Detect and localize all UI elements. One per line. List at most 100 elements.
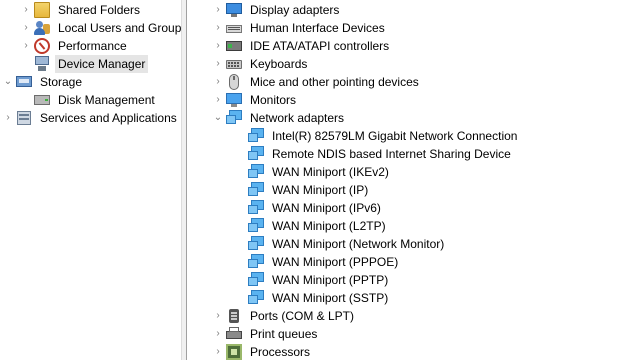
network-adapter-item[interactable]: WAN Miniport (PPPOE) [246,253,401,271]
chevron-right-icon[interactable]: › [212,1,224,19]
device-label: WAN Miniport (L2TP) [272,219,386,233]
category-display-adapters[interactable]: › Display adapters [212,1,342,19]
device-manager-icon [34,56,50,72]
category-ports[interactable]: › Ports (COM & LPT) [212,307,357,325]
category-monitors[interactable]: › Monitors [212,91,299,109]
tree-item-label: Local Users and Groups [58,21,181,35]
category-ide[interactable]: › IDE ATA/ATAPI controllers [212,37,392,55]
chevron-right-icon[interactable]: › [20,1,32,19]
chevron-down-icon[interactable]: ⌄ [212,109,224,127]
ide-controller-icon [226,38,242,54]
category-processors[interactable]: › Processors [212,343,313,360]
printer-icon [226,326,242,342]
chevron-right-icon[interactable]: › [212,19,224,37]
category-label: IDE ATA/ATAPI controllers [250,39,390,53]
chevron-right-icon[interactable]: › [20,37,32,55]
tree-item-shared-folders[interactable]: › Shared Folders [20,1,143,19]
processor-icon [226,344,242,360]
category-print-queues[interactable]: › Print queues [212,325,320,343]
chevron-down-icon[interactable]: ⌄ [2,73,14,91]
chevron-right-icon[interactable]: › [212,91,224,109]
tree-item-label: Shared Folders [58,3,141,17]
category-mice[interactable]: › Mice and other pointing devices [212,73,422,91]
device-label: WAN Miniport (IKEv2) [272,165,389,179]
category-network-adapters[interactable]: ⌄ Network adapters [212,109,347,127]
category-label: Print queues [250,327,318,341]
tree-item-performance[interactable]: › Performance [20,37,130,55]
category-label: Ports (COM & LPT) [250,309,355,323]
category-label: Display adapters [250,3,340,17]
category-label: Human Interface Devices [250,21,385,35]
tree-item-device-manager[interactable]: Device Manager [20,55,149,73]
network-adapter-item[interactable]: WAN Miniport (PPTP) [246,271,391,289]
network-adapter-item[interactable]: WAN Miniport (SSTP) [246,289,391,307]
chevron-right-icon[interactable]: › [212,325,224,343]
category-label: Mice and other pointing devices [250,75,419,89]
performance-icon [34,38,50,54]
network-adapter-icon [248,254,264,270]
keyboard-icon [226,56,242,72]
tree-item-local-users[interactable]: › Local Users and Groups [20,19,181,37]
network-adapter-icon [248,272,264,288]
network-adapter-item[interactable]: Remote NDIS based Internet Sharing Devic… [246,145,514,163]
category-hid[interactable]: › Human Interface Devices [212,19,388,37]
device-label: WAN Miniport (IPv6) [272,201,381,215]
device-label: Remote NDIS based Internet Sharing Devic… [272,147,511,161]
network-adapter-item[interactable]: WAN Miniport (Network Monitor) [246,235,447,253]
network-adapter-icon [248,236,264,252]
monitor-icon [226,92,242,108]
network-adapter-icon [248,200,264,216]
device-label: WAN Miniport (Network Monitor) [272,237,445,251]
network-adapter-item[interactable]: WAN Miniport (L2TP) [246,217,389,235]
tree-item-disk-management[interactable]: Disk Management [20,91,158,109]
device-label: Intel(R) 82579LM Gigabit Network Connect… [272,129,518,143]
network-adapter-icon [248,146,264,162]
device-label: WAN Miniport (PPTP) [272,273,389,287]
users-icon [34,20,50,36]
chevron-right-icon[interactable]: › [212,343,224,360]
category-keyboards[interactable]: › Keyboards [212,55,310,73]
tree-item-label: Device Manager [55,55,149,73]
disk-icon [34,92,50,108]
device-label: WAN Miniport (PPPOE) [272,255,399,269]
network-adapter-icon [248,182,264,198]
chevron-right-icon[interactable]: › [2,109,14,127]
mouse-icon [226,74,242,90]
chevron-right-icon[interactable]: › [212,55,224,73]
network-adapter-icon [226,110,242,126]
network-adapter-item[interactable]: WAN Miniport (IPv6) [246,199,384,217]
device-label: WAN Miniport (SSTP) [272,291,389,305]
device-label: WAN Miniport (IP) [272,183,369,197]
network-adapter-item[interactable]: Intel(R) 82579LM Gigabit Network Connect… [246,127,520,145]
chevron-right-icon[interactable]: › [20,19,32,37]
console-tree-pane: › Shared Folders › Local Users and Group… [0,0,181,360]
category-label: Processors [250,345,311,359]
storage-icon [16,74,32,90]
chevron-right-icon[interactable]: › [212,37,224,55]
network-adapter-icon [248,164,264,180]
network-adapter-item[interactable]: WAN Miniport (IP) [246,181,371,199]
device-tree-pane: › Display adapters › Human Interface Dev… [187,0,640,360]
ports-icon [226,308,242,324]
shared-folder-icon [34,2,50,18]
tree-item-label: Storage [40,75,83,89]
network-adapter-icon [248,218,264,234]
network-adapter-icon [248,290,264,306]
tree-item-storage[interactable]: ⌄ Storage [2,73,85,91]
tree-item-label: Disk Management [58,93,155,107]
chevron-right-icon[interactable]: › [212,307,224,325]
tree-item-services[interactable]: › Services and Applications [2,109,180,127]
tree-item-label: Performance [58,39,127,53]
network-adapter-item[interactable]: WAN Miniport (IKEv2) [246,163,392,181]
category-label: Network adapters [250,111,345,125]
display-adapter-icon [226,2,242,18]
tree-item-label: Services and Applications [40,111,177,125]
category-label: Monitors [250,93,297,107]
hid-icon [226,20,242,36]
network-adapter-icon [248,128,264,144]
category-label: Keyboards [250,57,308,71]
services-icon [16,110,32,126]
chevron-right-icon[interactable]: › [212,73,224,91]
